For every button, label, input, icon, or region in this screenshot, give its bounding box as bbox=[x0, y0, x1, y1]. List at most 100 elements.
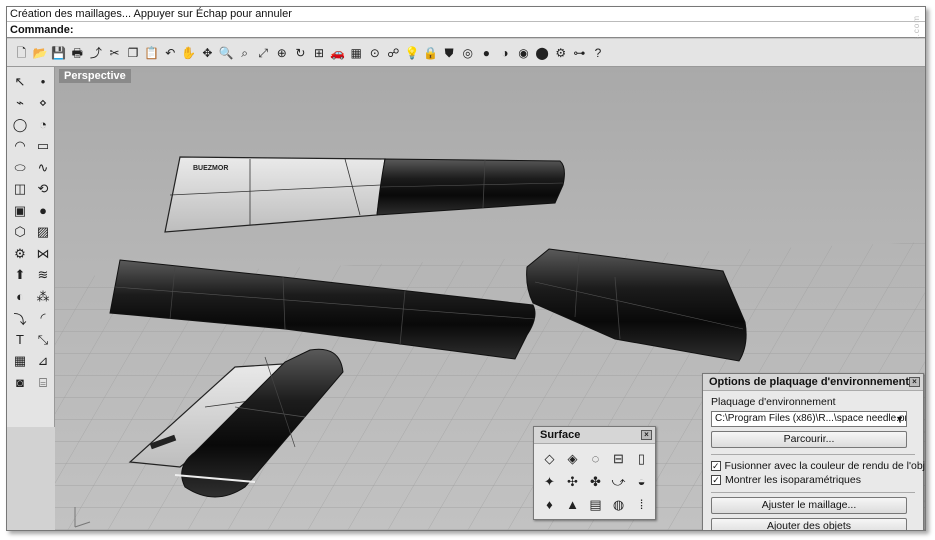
car-icon[interactable]: 🚗 bbox=[329, 43, 346, 62]
select-arrow-icon[interactable]: ↖ bbox=[9, 71, 31, 93]
surface-patch-icon[interactable]: ▲ bbox=[562, 494, 583, 515]
browse-button[interactable]: Parcourir... bbox=[711, 431, 907, 448]
merge-color-label: Fusionner avec la couleur de rendu de l'… bbox=[724, 459, 926, 472]
gears-icon[interactable]: ⚙ bbox=[552, 43, 569, 62]
zoom-window-icon[interactable]: ⌕ bbox=[236, 43, 253, 62]
dimension-icon[interactable]: ⤡ bbox=[32, 329, 54, 351]
sphere-render-icon[interactable]: ◉ bbox=[515, 43, 532, 62]
properties-small-icon[interactable]: ⌸ bbox=[32, 372, 54, 394]
blend-icon[interactable]: ⊿ bbox=[32, 351, 54, 373]
solid-box-icon[interactable]: ▣ bbox=[9, 200, 31, 222]
show-isocurves-checkbox-row[interactable]: ✓ Montrer les isoparamétriques bbox=[711, 473, 915, 486]
mesh-icon[interactable]: ▨ bbox=[32, 222, 54, 244]
cut-icon[interactable]: ✂ bbox=[106, 43, 123, 62]
hierarchy-icon[interactable]: ⊶ bbox=[571, 43, 588, 62]
explode-icon[interactable]: ⁂ bbox=[32, 286, 54, 308]
chevron-down-icon: ▼ bbox=[895, 414, 904, 424]
boolean-icon[interactable]: ◐ bbox=[9, 286, 31, 308]
render-icon[interactable]: ⬤ bbox=[534, 43, 551, 62]
env-file-select[interactable]: C:\Program Files (x86)\R...\space needle… bbox=[711, 411, 907, 427]
four-viewports-icon[interactable]: ⊞ bbox=[311, 43, 328, 62]
rotate-icon[interactable]: ↻ bbox=[292, 43, 309, 62]
transform-icon[interactable]: ⬆ bbox=[9, 265, 31, 287]
surface-fillet-icon[interactable]: ◍ bbox=[608, 494, 629, 515]
rotate-view-icon[interactable]: ✥ bbox=[199, 43, 216, 62]
surface-edge-curves-icon[interactable]: ◈ bbox=[562, 448, 583, 469]
env-panel-title[interactable]: Options de plaquage d'environnement × bbox=[703, 374, 923, 391]
array-icon[interactable]: ▦ bbox=[9, 351, 31, 373]
new-file-icon[interactable]: 🗋 bbox=[13, 43, 30, 62]
light-bulb-icon[interactable]: 💡 bbox=[403, 43, 420, 62]
grid-icon[interactable]: ▦ bbox=[348, 43, 365, 62]
adjust-mesh-button[interactable]: Ajuster le maillage... bbox=[711, 497, 907, 514]
viewport-tab-perspective[interactable]: Perspective bbox=[59, 69, 131, 83]
point-osnap-icon[interactable]: ⊙ bbox=[366, 43, 383, 62]
fillet-icon[interactable]: ◜ bbox=[32, 308, 54, 330]
paste-icon[interactable]: 📋 bbox=[143, 43, 160, 62]
lock-icon[interactable]: 🔒 bbox=[422, 43, 439, 62]
render-small-icon[interactable]: ◙ bbox=[9, 372, 31, 394]
surface-sweep2-icon[interactable]: ✤ bbox=[585, 471, 606, 492]
surface-planar-icon[interactable]: ◌ bbox=[585, 448, 606, 469]
left-toolbar: ↖ • ⌁ ⋄ ◯ ◔ ◠ ▭ ⬭ ∿ ◫ ⟲ ▣ ● ⬡ ▨ ⚙ ⋈ ⬆ ≋ ◐ ⁂ ⤵ ◜ T ⤡ ▦ ⊿ ◙ ⌸ bbox=[7, 67, 55, 427]
command-prompt-label: Commande: bbox=[10, 24, 74, 36]
properties-icon[interactable]: ☍ bbox=[385, 43, 402, 62]
shield-icon[interactable]: ⛊ bbox=[441, 43, 458, 62]
surface-point-grid-icon[interactable]: ⁞ bbox=[631, 494, 652, 515]
circle-tangent-icon[interactable]: ◔ bbox=[32, 114, 54, 136]
revolve-icon[interactable]: ⟲ bbox=[32, 179, 54, 201]
sphere-shaded-icon[interactable]: ● bbox=[478, 43, 495, 62]
command-input[interactable] bbox=[80, 24, 781, 36]
polyline-icon[interactable]: ⌁ bbox=[9, 93, 31, 115]
sphere-wireframe-icon[interactable]: ◎ bbox=[459, 43, 476, 62]
surface-panel-title[interactable]: Surface × bbox=[534, 427, 655, 444]
surface-network-icon[interactable]: ⊟ bbox=[608, 448, 629, 469]
environment-mapping-panel[interactable]: Options de plaquage d'environnement × Pl… bbox=[702, 373, 925, 530]
surface-sweep1-icon[interactable]: ✣ bbox=[562, 471, 583, 492]
help-icon[interactable]: ? bbox=[589, 43, 606, 62]
surface-loft-icon[interactable]: ✦ bbox=[539, 471, 560, 492]
network-surface-icon[interactable]: ⋈ bbox=[32, 243, 54, 265]
analyze-icon[interactable]: ≋ bbox=[32, 265, 54, 287]
surface-corner-points-icon[interactable]: ◇ bbox=[539, 448, 560, 469]
import-icon[interactable]: ⤴ bbox=[87, 43, 104, 62]
save-icon[interactable]: 💾 bbox=[50, 43, 67, 62]
merge-color-checkbox[interactable]: ✓ bbox=[711, 460, 721, 471]
surface-blend-icon[interactable]: ▤ bbox=[585, 494, 606, 515]
print-icon[interactable]: 🖶 bbox=[69, 43, 86, 62]
surface-toolbar-panel[interactable]: Surface × ◇ ◈ ◌ ⊟ ▯ ✦ ✣ ✤ ⤻ ◒ ♦ ▲ ▤ ◍ ⁞ bbox=[533, 426, 656, 520]
surface-drape-icon[interactable]: ♦ bbox=[539, 494, 560, 515]
surface-panel-close-button[interactable]: × bbox=[641, 430, 652, 440]
curve-icon[interactable]: ∿ bbox=[32, 157, 54, 179]
undo-icon[interactable]: ↶ bbox=[162, 43, 179, 62]
show-isocurves-checkbox[interactable]: ✓ bbox=[711, 474, 721, 485]
gears-icon[interactable]: ⚙ bbox=[9, 243, 31, 265]
copy-icon[interactable]: ❐ bbox=[125, 43, 142, 62]
surface-revolve-icon[interactable]: ⤻ bbox=[608, 471, 629, 492]
text-icon[interactable]: T bbox=[9, 329, 31, 351]
command-history: Création des maillages... Appuyer sur Éc… bbox=[7, 7, 925, 22]
arc-icon[interactable]: ◠ bbox=[9, 136, 31, 158]
surface-extrude-icon[interactable]: ▯ bbox=[631, 448, 652, 469]
open-file-icon[interactable]: 📂 bbox=[32, 43, 49, 62]
model-label-text: BUEZMOR bbox=[193, 165, 228, 172]
zoom-extents-icon[interactable]: ⤢ bbox=[255, 43, 272, 62]
zoom-in-icon[interactable]: 🔍 bbox=[218, 43, 235, 62]
env-panel-close-button[interactable]: × bbox=[909, 377, 920, 387]
circle-icon[interactable]: ◯ bbox=[9, 114, 31, 136]
rectangle-icon[interactable]: ▭ bbox=[32, 136, 54, 158]
point-icon[interactable]: • bbox=[32, 71, 54, 93]
separator bbox=[711, 492, 915, 493]
ellipse-icon[interactable]: ⬭ bbox=[9, 157, 31, 179]
merge-color-checkbox-row[interactable]: ✓ Fusionner avec la couleur de rendu de … bbox=[711, 459, 925, 472]
add-objects-button[interactable]: Ajouter des objets bbox=[711, 518, 907, 530]
control-points-icon[interactable]: ⋄ bbox=[32, 93, 54, 115]
cylinder-icon[interactable]: ⬡ bbox=[9, 222, 31, 244]
surface-rail-revolve-icon[interactable]: ◒ bbox=[631, 471, 652, 492]
join-icon[interactable]: ⤵ bbox=[9, 308, 31, 330]
solid-sphere-icon[interactable]: ● bbox=[32, 200, 54, 222]
box-icon[interactable]: ◫ bbox=[9, 179, 31, 201]
zoom-selected-icon[interactable]: ⊕ bbox=[273, 43, 290, 62]
sphere-ghost-icon[interactable]: ◑ bbox=[496, 43, 513, 62]
pan-hand-icon[interactable]: ✋ bbox=[180, 43, 197, 62]
